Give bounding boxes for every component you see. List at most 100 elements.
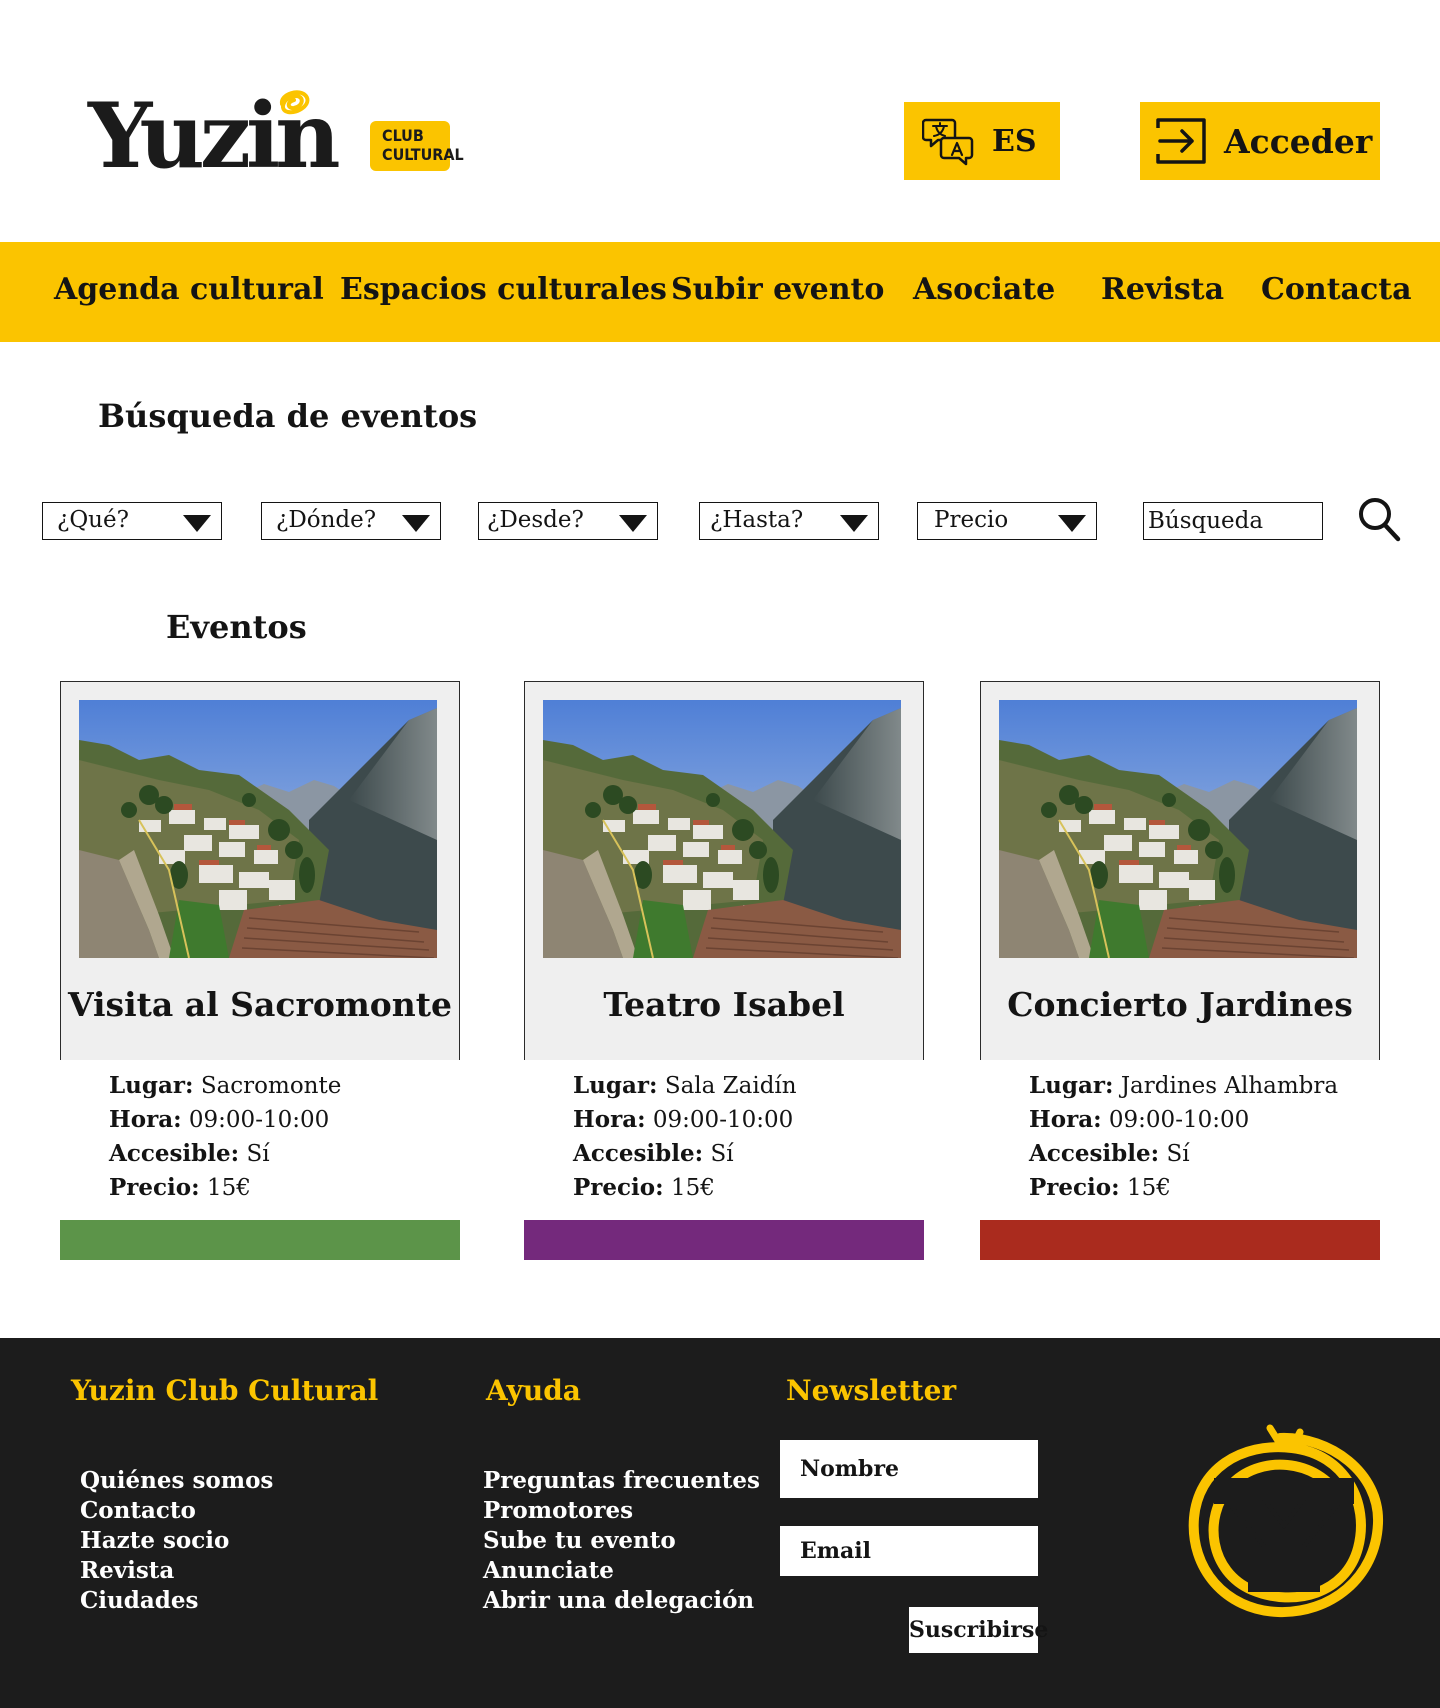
price-value: 15€ (1126, 1175, 1171, 1201)
event-title: Teatro Isabel (603, 985, 845, 1024)
search-input[interactable] (1143, 502, 1323, 540)
language-button[interactable]: ES (904, 102, 1060, 180)
filter-label: Precio (934, 507, 1009, 533)
event-time: Hora: 09:00-10:00 (1029, 1103, 1338, 1137)
newsletter-email-field[interactable] (780, 1526, 1038, 1576)
site-footer: Yuzin Club Cultural Quiénes somos Contac… (0, 1338, 1440, 1708)
price-label: Precio: (573, 1174, 664, 1201)
accessible-value: Sí (1166, 1141, 1190, 1167)
filter-label: ¿Hasta? (710, 507, 804, 533)
login-icon (1156, 118, 1206, 164)
nav-item-asociate[interactable]: Asociate (913, 242, 1055, 342)
footer-col1-links: Quiénes somos Contacto Hazte socio Revis… (80, 1466, 273, 1616)
event-card[interactable]: Concierto Jardines (980, 681, 1380, 1060)
subscribe-button[interactable]: Suscribirse (909, 1607, 1048, 1653)
event-image (79, 700, 437, 958)
event-place: Lugar: Sala Zaidín (573, 1069, 797, 1103)
time-value: 09:00-10:00 (188, 1107, 330, 1133)
dropdown-arrow-icon (1058, 515, 1086, 532)
nav-item-revista[interactable]: Revista (1101, 242, 1224, 342)
time-label: Hora: (109, 1106, 182, 1133)
event-title: Visita al Sacromonte (67, 985, 453, 1024)
footer-link-sube-tu-evento[interactable]: Sube tu evento (483, 1526, 760, 1556)
dropdown-arrow-icon (183, 515, 211, 532)
footer-link-anunciate[interactable]: Anunciate (483, 1556, 760, 1586)
yuzin-emblem-icon (1188, 1424, 1384, 1618)
footer-link-quienes-somos[interactable]: Quiénes somos (80, 1466, 273, 1496)
events-title: Eventos (166, 608, 307, 646)
footer-link-abrir-delegacion[interactable]: Abrir una delegación (483, 1586, 760, 1616)
event-title: Concierto Jardines (1007, 985, 1353, 1024)
event-card[interactable]: Visita al Sacromonte (60, 681, 460, 1060)
footer-link-revista[interactable]: Revista (80, 1556, 273, 1586)
nav-item-espacios-culturales[interactable]: Espacios culturales (340, 242, 667, 342)
login-button[interactable]: Acceder (1140, 102, 1380, 180)
event-category-bar (980, 1220, 1380, 1260)
nav-item-agenda-cultural[interactable]: Agenda cultural (54, 242, 324, 342)
accessible-label: Accesible: (573, 1140, 704, 1167)
accessible-value: Sí (710, 1141, 734, 1167)
yuzin-logo[interactable]: Yuzin CLUB CULTURAL (88, 86, 468, 186)
nav-item-contacta[interactable]: Contacta (1261, 242, 1412, 342)
place-label: Lugar: (1029, 1072, 1114, 1099)
logo-scribble-icon (279, 90, 310, 115)
footer-col1-title: Yuzin Club Cultural (71, 1374, 379, 1407)
translate-icon (922, 118, 974, 166)
event-place: Lugar: Jardines Alhambra (1029, 1069, 1338, 1103)
main-nav: Agenda cultural Espacios culturales Subi… (0, 242, 1440, 342)
logo-tag-line2: CULTURAL (382, 145, 464, 164)
logo-tag-line1: CLUB (382, 126, 424, 145)
filter-hasta[interactable]: ¿Hasta? (699, 502, 879, 540)
filter-label: ¿Dónde? (276, 507, 377, 533)
dropdown-arrow-icon (619, 515, 647, 532)
event-accessible: Accesible: Sí (573, 1137, 797, 1171)
filter-donde[interactable]: ¿Dónde? (261, 502, 441, 540)
footer-col2-links: Preguntas frecuentes Promotores Sube tu … (483, 1466, 760, 1616)
filter-que[interactable]: ¿Qué? (42, 502, 222, 540)
event-price: Precio: 15€ (573, 1171, 797, 1205)
place-label: Lugar: (109, 1072, 194, 1099)
event-info: Lugar: Jardines Alhambra Hora: 09:00-10:… (1029, 1069, 1338, 1205)
event-place: Lugar: Sacromonte (109, 1069, 341, 1103)
place-value: Sala Zaidín (664, 1073, 797, 1099)
site-header: Yuzin CLUB CULTURAL ES Acceder (0, 0, 1440, 242)
footer-link-promotores[interactable]: Promotores (483, 1496, 760, 1526)
time-label: Hora: (573, 1106, 646, 1133)
time-label: Hora: (1029, 1106, 1102, 1133)
footer-col2-title: Ayuda (486, 1374, 581, 1407)
language-label: ES (992, 123, 1037, 159)
event-image (543, 700, 901, 958)
event-image (999, 700, 1357, 958)
dropdown-arrow-icon (840, 515, 868, 532)
newsletter-name-field[interactable] (780, 1440, 1038, 1498)
logo-tag: CLUB CULTURAL (370, 121, 464, 171)
event-accessible: Accesible: Sí (1029, 1137, 1338, 1171)
footer-link-ciudades[interactable]: Ciudades (80, 1586, 273, 1616)
price-label: Precio: (109, 1174, 200, 1201)
price-value: 15€ (206, 1175, 251, 1201)
event-price: Precio: 15€ (109, 1171, 341, 1205)
footer-link-hazte-socio[interactable]: Hazte socio (80, 1526, 273, 1556)
footer-link-contacto[interactable]: Contacto (80, 1496, 273, 1526)
event-category-bar (524, 1220, 924, 1260)
dropdown-arrow-icon (402, 515, 430, 532)
time-value: 09:00-10:00 (652, 1107, 794, 1133)
place-value: Jardines Alhambra (1120, 1073, 1339, 1099)
filter-desde[interactable]: ¿Desde? (478, 502, 658, 540)
search-icon[interactable] (1357, 496, 1401, 542)
event-time: Hora: 09:00-10:00 (573, 1103, 797, 1137)
footer-link-preguntas-frecuentes[interactable]: Preguntas frecuentes (483, 1466, 760, 1496)
filter-label: ¿Desde? (487, 507, 584, 533)
event-time: Hora: 09:00-10:00 (109, 1103, 341, 1137)
price-label: Precio: (1029, 1174, 1120, 1201)
accessible-label: Accesible: (1029, 1140, 1160, 1167)
filter-label: ¿Qué? (57, 507, 129, 533)
event-card[interactable]: Teatro Isabel (524, 681, 924, 1060)
filter-precio[interactable]: Precio (917, 502, 1097, 540)
nav-item-subir-evento[interactable]: Subir evento (671, 242, 884, 342)
event-price: Precio: 15€ (1029, 1171, 1338, 1205)
place-label: Lugar: (573, 1072, 658, 1099)
price-value: 15€ (670, 1175, 715, 1201)
accessible-label: Accesible: (109, 1140, 240, 1167)
event-info: Lugar: Sacromonte Hora: 09:00-10:00 Acce… (109, 1069, 341, 1205)
